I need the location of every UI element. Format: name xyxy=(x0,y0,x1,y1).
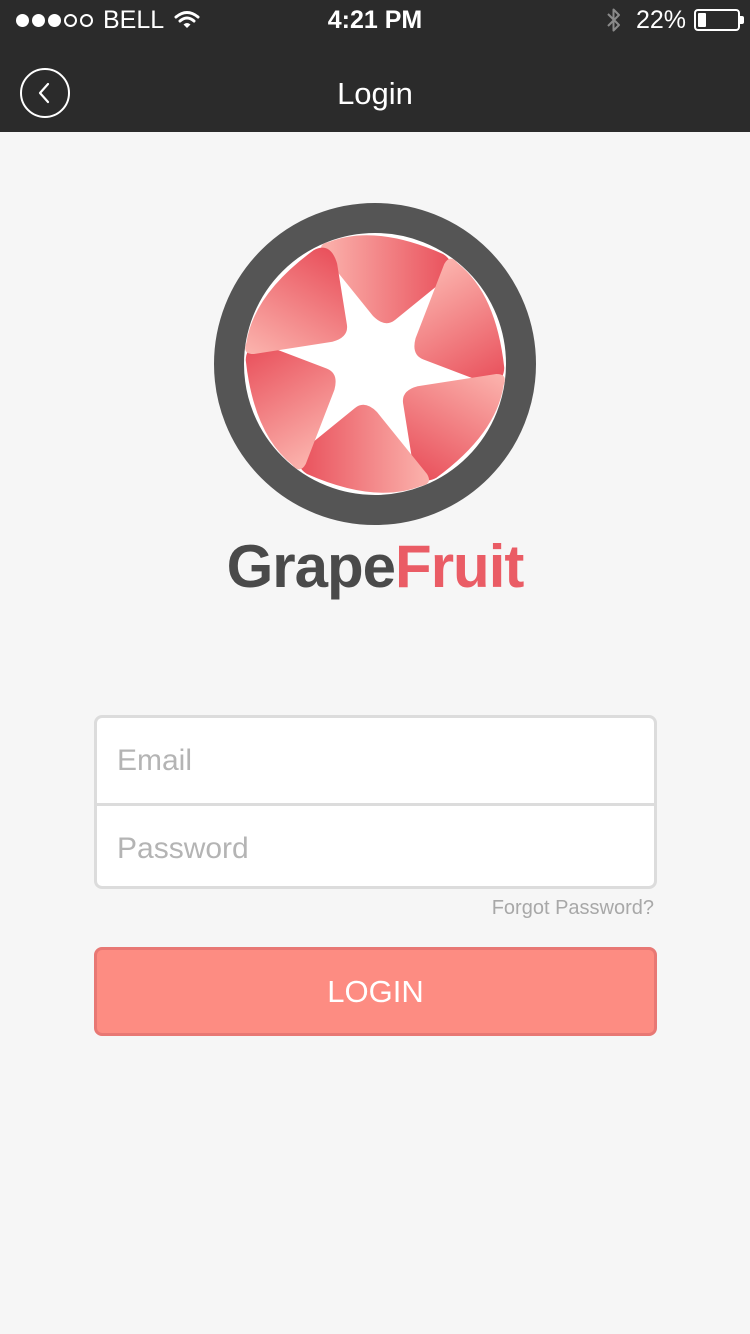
battery-level xyxy=(698,13,707,27)
login-button[interactable]: LOGIN xyxy=(94,947,657,1036)
camera-aperture-icon xyxy=(214,203,536,525)
brand-name-part-1: Grape xyxy=(226,533,396,600)
login-form xyxy=(94,715,657,889)
login-screen: BELL 4:21 PM 22% Login GrapeFruit Email … xyxy=(0,0,750,1334)
bluetooth-icon xyxy=(606,7,622,33)
page-title: Login xyxy=(337,76,413,111)
battery-percent: 22% xyxy=(635,6,686,34)
password-field[interactable] xyxy=(97,806,654,886)
status-bar: BELL 4:21 PM 22% xyxy=(0,0,750,40)
status-right: 22% xyxy=(606,0,744,40)
top-bar: BELL 4:21 PM 22% Login xyxy=(0,0,750,132)
brand-name-part-2: Fruit xyxy=(395,533,524,600)
forgot-password-link[interactable]: Forgot Password? xyxy=(492,895,654,921)
battery-icon xyxy=(694,9,744,31)
navigation-bar: Login xyxy=(0,40,750,132)
email-field[interactable] xyxy=(97,718,654,803)
battery-cap xyxy=(740,16,744,24)
brand-name: GrapeFruit xyxy=(0,532,750,602)
